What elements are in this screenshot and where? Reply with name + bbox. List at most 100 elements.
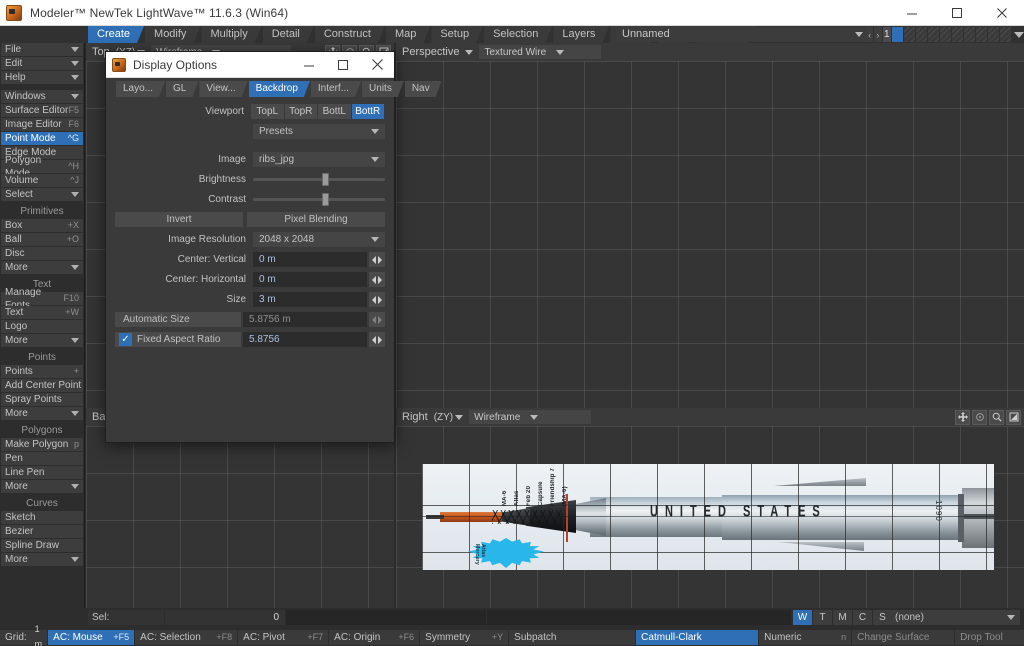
dialog-tab-layo-[interactable]: Layo... [116,81,165,97]
layer-cell-1[interactable] [892,27,903,42]
action-item-ac-selection[interactable]: AC: Selection+F8 [135,630,237,645]
dialog-tab-backdrop[interactable]: Backdrop [249,81,310,97]
sidebar-item-ball[interactable]: Ball+O [1,233,83,246]
layer-number[interactable]: 1 [883,27,891,42]
display-mode-toggle-t[interactable]: T [813,610,832,625]
layer-cell-9[interactable] [988,27,999,42]
sidebar-item-disc[interactable]: Disc [1,247,83,260]
chevron-down-icon[interactable] [556,50,564,55]
sidebar-item-help[interactable]: Help [1,71,83,84]
surface-selector[interactable]: (none) [889,610,1020,625]
viewport-button-bottl[interactable]: BottL [318,104,351,119]
minimize-icon[interactable] [889,0,934,26]
menu-tab-multiply[interactable]: Multiply [201,26,261,43]
chevron-down-icon[interactable] [71,192,79,197]
viewport-shading-top-right[interactable]: Textured Wire [479,45,601,59]
image-dropdown[interactable]: ribs_jpg [253,152,385,167]
presets-dropdown[interactable]: Presets [253,124,385,139]
sidebar-item-add-center-point[interactable]: Add Center Point [1,379,83,392]
sidebar-item-surface-editor[interactable]: Surface EditorF5 [1,104,83,117]
viewport-button-topl[interactable]: TopL [251,104,284,119]
sidebar-item-volume[interactable]: Volume^J [1,174,83,187]
chevron-down-icon[interactable] [71,557,79,562]
sidebar-item-point-mode[interactable]: Point Mode^G [1,132,83,145]
dialog-maximize-icon[interactable] [326,52,360,78]
sidebar-item-box[interactable]: Box+X [1,219,83,232]
invert-button[interactable]: Invert [115,212,243,227]
display-mode-toggle-c[interactable]: C [853,610,872,625]
menu-tab-layers[interactable]: Layers [553,26,609,43]
viewport-axis-bottom-right[interactable]: (ZY) [434,412,455,423]
brightness-slider[interactable] [253,172,385,187]
chevron-down-icon[interactable] [371,129,379,134]
dialog-tab-gl[interactable]: GL [166,81,198,97]
menu-tab-construct[interactable]: Construct [315,26,385,43]
size-stepper[interactable] [369,292,385,307]
fixed-aspect-ratio-stepper[interactable] [369,332,385,347]
rotate-icon[interactable] [972,410,987,425]
action-item-ac-origin[interactable]: AC: Origin+F6 [329,630,419,645]
layer-dropdown-icon[interactable] [1014,32,1024,38]
chevron-down-icon[interactable] [371,237,379,242]
chevron-down-icon[interactable] [1007,615,1015,620]
sidebar-item-edit[interactable]: Edit [1,57,83,70]
action-item-catmull-clark[interactable]: Catmull-Clark [636,630,758,645]
viewport-bottom-left[interactable] [86,426,394,608]
zoom-icon[interactable] [989,410,1004,425]
chevron-down-icon[interactable] [71,47,79,52]
dialog-tab-nav[interactable]: Nav [405,81,442,97]
menu-tab-setup[interactable]: Setup [431,26,483,43]
sidebar-item-manage-fonts[interactable]: Manage FontsF10 [1,292,83,305]
fixed-aspect-ratio-input[interactable]: 5.8756 [243,332,367,347]
action-item-numeric[interactable]: Numericn [759,630,851,645]
viewport-button-topr[interactable]: TopR [285,104,318,119]
action-item-ac-mouse[interactable]: AC: Mouse+F5 [48,630,134,645]
center-vertical-input[interactable]: 0 m [253,252,367,267]
pixel-blending-button[interactable]: Pixel Blending [247,212,385,227]
maximize-icon[interactable] [934,0,979,26]
chevron-down-icon[interactable] [71,484,79,489]
dialog-tab-interf-[interactable]: Interf... [311,81,361,97]
image-resolution-dropdown[interactable]: 2048 x 2048 [253,232,385,247]
move-icon[interactable] [955,410,970,425]
sidebar-item-points[interactable]: Points+ [1,365,83,378]
object-name-field[interactable]: Unnamed [616,27,866,42]
chevron-down-icon[interactable] [71,338,79,343]
slider-knob[interactable] [322,193,329,206]
menu-tab-modify[interactable]: Modify [145,26,200,43]
sidebar-item-more[interactable]: More [1,407,83,420]
chevron-down-icon[interactable] [71,411,79,416]
sidebar-item-make-polygon[interactable]: Make Polygonp [1,438,83,451]
center-horizontal-stepper[interactable] [369,272,385,287]
sidebar-item-pen[interactable]: Pen [1,452,83,465]
chevron-down-icon[interactable] [71,265,79,270]
action-item-ac-pivot[interactable]: AC: Pivot+F7 [238,630,328,645]
layer-cell-2[interactable] [904,27,915,42]
sidebar-item-more[interactable]: More [1,261,83,274]
center-vertical-stepper[interactable] [369,252,385,267]
chevron-down-icon[interactable] [71,61,79,66]
sidebar-item-windows[interactable]: Windows [1,90,83,103]
dialog-tab-units[interactable]: Units [362,81,404,97]
contrast-slider[interactable] [253,192,385,207]
layer-cell-7[interactable] [964,27,975,42]
chevron-down-icon[interactable] [71,94,79,99]
layer-cell-3[interactable] [916,27,927,42]
sidebar-item-select[interactable]: Select [1,188,83,201]
menu-tab-detail[interactable]: Detail [263,26,314,43]
layer-cell-6[interactable] [952,27,963,42]
chevron-down-icon[interactable] [371,157,379,162]
display-mode-toggle-w[interactable]: W [793,610,812,625]
menu-tab-selection[interactable]: Selection [484,26,552,43]
action-item-drop-tool[interactable]: Drop Tool [955,630,1024,645]
dialog-minimize-icon[interactable] [292,52,326,78]
action-item-change-surface[interactable]: Change Surface [852,630,954,645]
sidebar-item-sketch[interactable]: Sketch [1,511,83,524]
center-horizontal-input[interactable]: 0 m [253,272,367,287]
sidebar-item-logo[interactable]: Logo [1,320,83,333]
sidebar-item-bezier[interactable]: Bezier [1,525,83,538]
viewport-view-top-right[interactable]: Perspective [396,46,465,58]
layer-prev-button[interactable]: ‹ [866,27,873,42]
size-input[interactable]: 3 m [253,292,367,307]
layer-cell-8[interactable] [976,27,987,42]
